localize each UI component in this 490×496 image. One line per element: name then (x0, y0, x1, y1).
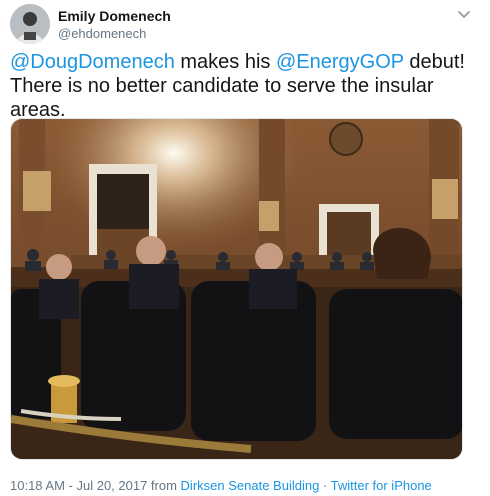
tweet-photo[interactable] (10, 118, 463, 460)
location-link[interactable]: Dirksen Senate Building (181, 478, 320, 493)
timestamp[interactable]: 10:18 AM - Jul 20, 2017 (10, 478, 147, 493)
chevron-down-icon[interactable] (456, 6, 472, 22)
mention-link[interactable]: @EnergyGOP (276, 51, 404, 73)
tweet-card: Emily Domenech @ehdomenech @DougDomenech… (0, 0, 490, 496)
tweet-header: Emily Domenech @ehdomenech (10, 4, 480, 44)
source-link[interactable]: Twitter for iPhone (331, 478, 432, 493)
mention-link[interactable]: @DougDomenech (10, 51, 175, 73)
tweet-text-part: makes his (174, 51, 276, 73)
author-name[interactable]: Emily Domenech (58, 8, 171, 24)
avatar[interactable] (10, 4, 50, 44)
author-handle[interactable]: @ehdomenech (58, 26, 146, 41)
tweet-text: @DougDomenech makes his @EnergyGOP debut… (10, 50, 480, 122)
separator: · (319, 478, 331, 493)
from-label: from (147, 478, 181, 493)
tweet-footer: 10:18 AM - Jul 20, 2017 from Dirksen Sen… (10, 478, 432, 493)
